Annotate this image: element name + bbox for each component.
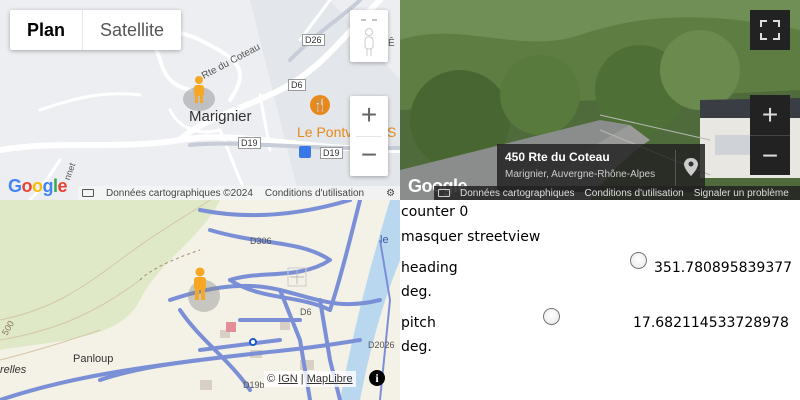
le-label: le bbox=[380, 234, 389, 246]
pitch-unit: deg. bbox=[401, 339, 432, 355]
road-d6-label: D6 bbox=[300, 307, 312, 317]
sv-zoom-in-button[interactable]: + bbox=[750, 95, 790, 135]
maplibre-link[interactable]: MapLibre bbox=[307, 373, 353, 385]
heading-label: heading bbox=[401, 260, 458, 276]
fullscreen-button[interactable] bbox=[750, 10, 790, 50]
road-d19-badge-a: D19 bbox=[238, 137, 261, 149]
heading-radio[interactable] bbox=[630, 252, 647, 269]
zoom-in-button[interactable]: + bbox=[350, 96, 388, 136]
road-d306-label: D306 bbox=[250, 236, 272, 246]
road-d19b-label: D19b bbox=[243, 380, 265, 390]
sv-terms-link[interactable]: Conditions d'utilisation bbox=[585, 188, 684, 199]
map-type-plan-button[interactable]: Plan bbox=[10, 10, 82, 50]
poi-tail-label: S bbox=[387, 124, 397, 140]
town-label: Marignier bbox=[189, 108, 252, 125]
attribution-prefix: © bbox=[267, 373, 276, 385]
address-card: 450 Rte du Coteau Marignier, Auvergne-Rh… bbox=[497, 144, 705, 192]
keyboard-icon[interactable] bbox=[82, 189, 94, 197]
map-type-control: Plan Satellite bbox=[10, 10, 182, 50]
pegman-control-icon bbox=[361, 19, 377, 56]
report-problem-link[interactable]: Signaler un problème bbox=[694, 188, 789, 199]
topo-map[interactable]: D306 D6 D2026 D19b Panloup relles 500 le… bbox=[0, 200, 400, 400]
controls-panel: counter 0 masquer streetview heading 351… bbox=[400, 200, 800, 400]
attribution-separator: | bbox=[300, 373, 304, 385]
topo-pegman-icon[interactable] bbox=[192, 267, 208, 301]
poi-label: Le Pontv bbox=[297, 124, 352, 140]
street-view-panorama[interactable]: + − 450 Rte du Coteau Marignier, Auvergn… bbox=[400, 0, 800, 200]
panloup-label: Panloup bbox=[73, 353, 114, 365]
map-pin-icon[interactable] bbox=[675, 150, 705, 186]
google-map[interactable]: Marignier Rte du Coteau Le Pontv S 🍴 D26… bbox=[0, 0, 400, 200]
map-data-text[interactable]: Données cartographiques ©2024 bbox=[106, 188, 253, 199]
counter-text: counter 0 bbox=[401, 204, 469, 220]
terms-link[interactable]: Conditions d'utilisation bbox=[265, 188, 364, 199]
relles-label: relles bbox=[0, 364, 27, 376]
map-attribution: © IGN | MapLibre bbox=[264, 371, 356, 387]
ign-link[interactable]: IGN bbox=[278, 373, 298, 385]
sv-map-data-text[interactable]: Données cartographiques bbox=[460, 188, 575, 199]
poi-name: Le Pontv bbox=[297, 124, 353, 140]
sv-footer: Données cartographiques Conditions d'uti… bbox=[434, 186, 800, 200]
zoom-divider bbox=[356, 136, 382, 137]
map-zoom-control: + − bbox=[350, 96, 388, 176]
edge-label: Ê bbox=[388, 38, 395, 49]
zoom-out-button[interactable]: − bbox=[350, 136, 388, 176]
sv-keyboard-icon[interactable] bbox=[438, 189, 450, 197]
settings-icon[interactable]: ⚙ bbox=[386, 188, 395, 199]
restaurant-icon[interactable]: 🍴 bbox=[310, 95, 330, 115]
address-title: 450 Rte du Coteau bbox=[505, 150, 610, 164]
info-icon[interactable]: i bbox=[369, 370, 385, 386]
sv-zoom-out-button[interactable]: − bbox=[750, 135, 790, 175]
road-d2026-label: D2026 bbox=[368, 340, 395, 350]
bus-stop-icon[interactable] bbox=[299, 146, 311, 158]
toggle-streetview-link[interactable]: masquer streetview bbox=[401, 229, 540, 245]
pegman-control[interactable] bbox=[350, 10, 388, 62]
road-d6-badge: D6 bbox=[288, 79, 306, 91]
heading-unit: deg. bbox=[401, 284, 432, 300]
pitch-value: 17.682114533728978 bbox=[633, 315, 789, 331]
map-footer: Données cartographiques ©2024 Conditions… bbox=[78, 186, 400, 200]
pitch-radio[interactable] bbox=[543, 308, 560, 325]
map-pin-glyph bbox=[684, 158, 698, 176]
google-logo[interactable]: Google bbox=[8, 176, 68, 197]
road-d19-badge-b: D19 bbox=[320, 147, 343, 159]
heading-value: 351.780895839377 bbox=[654, 260, 793, 276]
fullscreen-icon bbox=[760, 20, 780, 40]
pitch-label: pitch bbox=[401, 315, 436, 331]
address-subtitle: Marignier, Auvergne-Rhône-Alpes bbox=[505, 169, 656, 180]
map-type-satellite-button[interactable]: Satellite bbox=[82, 10, 181, 50]
road-d26-badge: D26 bbox=[302, 34, 325, 46]
